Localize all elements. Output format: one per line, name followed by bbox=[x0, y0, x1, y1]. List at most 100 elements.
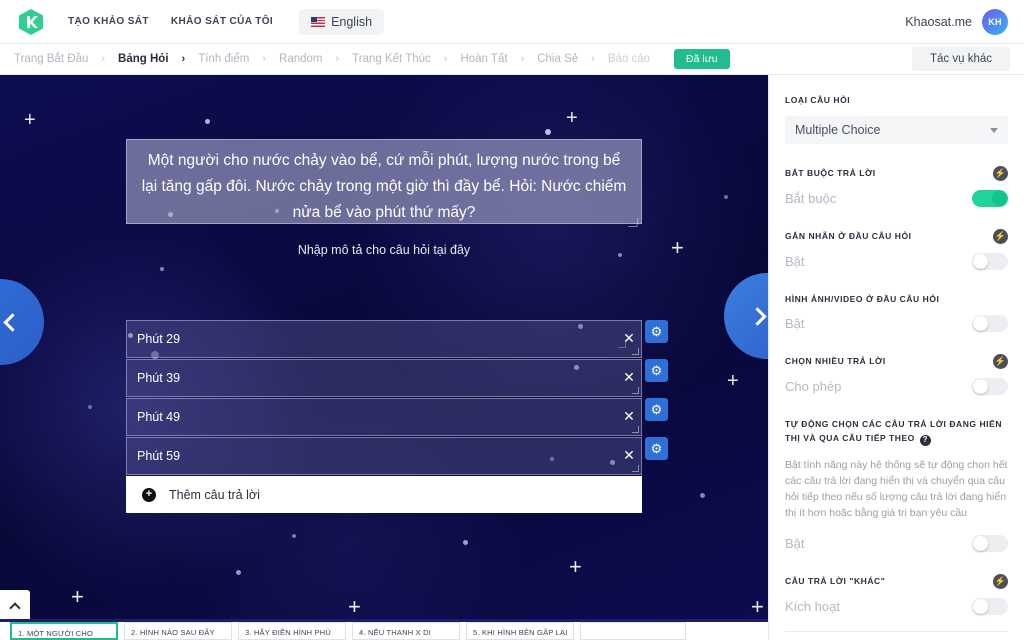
setting-row: Kích hoạt bbox=[785, 597, 1008, 615]
breadcrumb: Trang Bắt Đầu › Bảng Hỏi › Tính điểm › R… bbox=[0, 44, 1024, 75]
answer-resize-handle[interactable] bbox=[632, 465, 639, 472]
star-decoration bbox=[292, 534, 296, 538]
language-label: English bbox=[331, 14, 373, 29]
toggle-required-answer[interactable] bbox=[972, 190, 1008, 207]
chevron-down-icon bbox=[990, 127, 998, 133]
gear-icon: ⚙ bbox=[650, 441, 663, 456]
question-text-input[interactable] bbox=[126, 139, 642, 224]
breadcrumb-item-random[interactable]: Random bbox=[279, 53, 322, 65]
answer-settings-button-1[interactable]: ⚙ bbox=[645, 320, 668, 343]
setting-other-answer: CÂU TRẢ LỜI "KHÁC" ⚡ Kích hoạt bbox=[785, 573, 1008, 632]
answer-resize-handle[interactable] bbox=[632, 426, 639, 433]
setting-label: CÂU TRẢ LỜI "KHÁC" bbox=[785, 575, 886, 586]
question-description-input[interactable] bbox=[126, 243, 642, 277]
setting-row: Bật bbox=[785, 534, 1008, 552]
breadcrumb-item-end-page[interactable]: Trang Kết Thúc bbox=[352, 53, 431, 65]
setting-auto-select: TỰ ĐỘNG CHỌN CÁC CÂU TRẢ LỜI ĐANG HIỂN T… bbox=[785, 417, 1008, 552]
sparkle-plus-icon: + bbox=[569, 554, 582, 579]
answer-list: ✕ ⚙ ✕ ⚙ ✕ ⚙ bbox=[126, 320, 668, 514]
question-thumb-3[interactable]: 3. HÃY ĐIỀN HÌNH PHÙ bbox=[238, 622, 346, 640]
question-thumb-5[interactable]: 5. KHI HÌNH BÊN GẶP LẠI bbox=[466, 622, 574, 640]
language-selector[interactable]: English bbox=[299, 8, 385, 35]
answer-settings-button-4[interactable]: ⚙ bbox=[645, 437, 668, 460]
account-area: Khaosat.me KH bbox=[905, 8, 1008, 35]
question-resize-handle[interactable] bbox=[628, 218, 639, 227]
breadcrumb-item-scoring[interactable]: Tính điểm bbox=[198, 53, 249, 65]
breadcrumb-item-start-page[interactable]: Trang Bắt Đầu bbox=[14, 53, 88, 65]
app-root: TẠO KHẢO SÁT KHẢO SÁT CỦA TÔI English Kh… bbox=[0, 0, 1024, 640]
setting-row: Cho phép bbox=[785, 378, 1008, 395]
chevron-right-icon bbox=[747, 306, 767, 326]
remove-answer-icon[interactable]: ✕ bbox=[622, 370, 636, 384]
star-decoration bbox=[724, 195, 728, 199]
answer-input-2[interactable] bbox=[126, 359, 642, 397]
answer-input-1[interactable] bbox=[126, 320, 642, 358]
add-answer-label: Thêm câu trả lời bbox=[169, 487, 260, 502]
auto-select-label-text: TỰ ĐỘNG CHỌN CÁC CÂU TRẢ LỜI ĐANG HIỂN T… bbox=[785, 419, 1003, 443]
breadcrumb-separator-icon: › bbox=[181, 53, 186, 65]
remove-answer-icon[interactable]: ✕ bbox=[622, 409, 636, 423]
lightning-bolt-icon[interactable]: ⚡ bbox=[993, 573, 1008, 589]
toggle-multiple-answers[interactable] bbox=[972, 378, 1008, 395]
toggle-media-at-question-top[interactable] bbox=[972, 315, 1008, 332]
answer-input-4[interactable] bbox=[126, 437, 642, 475]
setting-multiple-answers: CHỌN NHIỀU TRẢ LỜI ⚡ Cho phép bbox=[785, 354, 1008, 395]
star-decoration bbox=[700, 493, 705, 498]
answer-row: ✕ ⚙ bbox=[126, 359, 668, 397]
top-navigation-bar: TẠO KHẢO SÁT KHẢO SÁT CỦA TÔI English Kh… bbox=[0, 0, 1024, 44]
question-thumbnail-strip: 1. MỘT NGƯỜI CHO 2. HÌNH NÀO SAU ĐÂY 3. … bbox=[0, 622, 768, 640]
answer-input-3[interactable] bbox=[126, 398, 642, 436]
setting-header: GẮN NHÃN Ở ĐẦU CÂU HỎI ⚡ bbox=[785, 229, 1008, 244]
star-decoration bbox=[545, 129, 551, 135]
help-icon[interactable]: ? bbox=[919, 434, 931, 446]
question-thumb-4[interactable]: 4. NẾU THANH X DI bbox=[352, 622, 460, 640]
gear-icon: ⚙ bbox=[650, 363, 663, 378]
answer-resize-handle[interactable] bbox=[632, 387, 639, 394]
nav-create-survey[interactable]: TẠO KHẢO SÁT bbox=[68, 16, 149, 27]
setting-state-text: Cho phép bbox=[785, 379, 842, 394]
question-preview-stage: + + + + + + + + ✕ ⚙ bbox=[0, 75, 768, 622]
add-answer-button[interactable]: Thêm câu trả lời bbox=[126, 476, 642, 513]
breadcrumb-item-share[interactable]: Chia Sẻ bbox=[537, 53, 578, 65]
lightning-bolt-icon[interactable]: ⚡ bbox=[993, 229, 1008, 244]
avatar[interactable]: KH bbox=[982, 8, 1008, 35]
toggle-label-at-question-top[interactable] bbox=[972, 253, 1008, 270]
khaosat-logo-icon[interactable] bbox=[16, 7, 46, 37]
remove-answer-icon[interactable]: ✕ bbox=[622, 331, 636, 345]
lightning-bolt-icon[interactable]: ⚡ bbox=[993, 166, 1008, 181]
toggle-other-answer[interactable] bbox=[972, 597, 1008, 615]
question-thumb-2[interactable]: 2. HÌNH NÀO SAU ĐÂY bbox=[124, 622, 232, 640]
question-thumb-1[interactable]: 1. MỘT NGƯỜI CHO bbox=[10, 622, 118, 640]
setting-row: Bật bbox=[785, 315, 1008, 332]
question-thumb-add[interactable] bbox=[580, 622, 686, 640]
toggle-knob bbox=[973, 316, 988, 331]
answer-settings-button-2[interactable]: ⚙ bbox=[645, 359, 668, 382]
setting-required-answer: BẮT BUỘC TRẢ LỜI ⚡ Bắt buộc bbox=[785, 166, 1008, 207]
question-type-select[interactable]: Multiple Choice bbox=[785, 116, 1008, 144]
answer-resize-handle[interactable] bbox=[632, 348, 639, 355]
toggle-auto-select[interactable] bbox=[972, 534, 1008, 552]
collapse-strip-button[interactable] bbox=[0, 590, 30, 619]
setting-row: Bắt buộc bbox=[785, 190, 1008, 207]
next-question-button[interactable] bbox=[724, 273, 768, 359]
star-decoration bbox=[463, 540, 468, 545]
sparkle-plus-icon: + bbox=[348, 594, 361, 619]
more-actions-button[interactable]: Tác vụ khác bbox=[912, 47, 1010, 71]
setting-label-at-question-top: GẮN NHÃN Ở ĐẦU CÂU HỎI ⚡ Bật bbox=[785, 229, 1008, 270]
answer-settings-button-3[interactable]: ⚙ bbox=[645, 398, 668, 421]
remove-answer-icon[interactable]: ✕ bbox=[622, 448, 636, 462]
breadcrumb-separator-icon: › bbox=[443, 53, 448, 65]
question-type-value: Multiple Choice bbox=[795, 123, 881, 137]
lightning-bolt-icon[interactable]: ⚡ bbox=[993, 354, 1008, 369]
setting-label: CHỌN NHIỀU TRẢ LỜI bbox=[785, 356, 886, 366]
setting-row: Bật bbox=[785, 253, 1008, 270]
question-settings-panel: LOẠI CÂU HỎI Multiple Choice BẮT BUỘC TR… bbox=[768, 75, 1024, 640]
nav-my-surveys[interactable]: KHẢO SÁT CỦA TÔI bbox=[171, 16, 273, 27]
breadcrumb-item-questions[interactable]: Bảng Hỏi bbox=[118, 53, 168, 65]
toggle-knob bbox=[992, 191, 1007, 206]
gear-icon: ⚙ bbox=[650, 402, 663, 417]
previous-question-button[interactable] bbox=[0, 279, 44, 365]
setting-label: GẮN NHÃN Ở ĐẦU CÂU HỎI bbox=[785, 231, 912, 241]
breadcrumb-item-complete[interactable]: Hoàn Tất bbox=[460, 53, 507, 65]
setting-header: CÂU TRẢ LỜI "KHÁC" ⚡ bbox=[785, 573, 1008, 589]
